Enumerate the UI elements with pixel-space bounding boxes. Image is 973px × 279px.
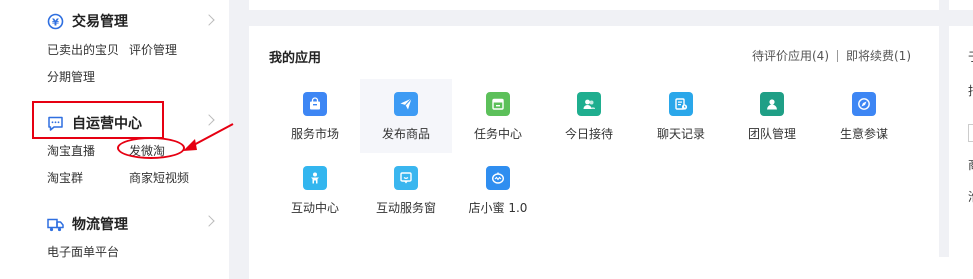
panel-title: 我的应用 xyxy=(269,51,322,66)
truncated-text: 淮 xyxy=(968,188,973,205)
truncated-text: 于 xyxy=(968,48,973,65)
annotation-circle xyxy=(117,137,185,159)
app-label: 互动中心 xyxy=(290,201,339,215)
chevron-right-icon[interactable] xyxy=(203,215,215,227)
link-taobao-live[interactable]: 淘宝直播 xyxy=(47,142,95,159)
chevron-right-icon[interactable] xyxy=(203,114,215,126)
panel-header-links: 待评价应用(4) 即将续费(1) xyxy=(752,47,911,64)
bottom-panel-edge xyxy=(249,257,973,279)
person-interact-icon xyxy=(303,166,327,190)
paper-plane-icon xyxy=(394,92,418,116)
link-installment-management[interactable]: 分期管理 xyxy=(47,68,95,85)
compass-icon xyxy=(852,92,876,116)
sidebar-section-title: 物流管理 xyxy=(72,217,128,233)
app-service-market[interactable]: 服务市场 xyxy=(269,79,361,153)
app-label: 任务中心 xyxy=(473,127,522,141)
app-label: 互动服务窗 xyxy=(375,201,436,215)
app-store-assistant[interactable]: 店小蜜 1.0 xyxy=(452,153,544,227)
link-merchant-short-video[interactable]: 商家短视频 xyxy=(129,169,189,186)
right-panel-edge-top xyxy=(949,0,973,10)
sidebar-section-title: 交易管理 xyxy=(72,14,128,30)
users-icon xyxy=(577,92,601,116)
truncated-text: 指 xyxy=(968,82,973,99)
app-label: 今日接待 xyxy=(564,127,613,141)
annotation-highlight-box xyxy=(32,101,164,139)
link-review-management[interactable]: 评价管理 xyxy=(129,41,177,58)
app-business-advisor[interactable]: 生意参谋 xyxy=(818,79,910,153)
my-apps-panel: 我的应用 待评价应用(4) 即将续费(1) 服务市场 发布商品 任务中心 今日接… xyxy=(249,26,939,265)
app-label: 发布商品 xyxy=(381,127,430,141)
robot-icon xyxy=(486,166,510,190)
app-team-management[interactable]: 团队管理 xyxy=(726,79,818,153)
app-label: 店小蜜 1.0 xyxy=(468,201,528,215)
service-window-icon xyxy=(394,166,418,190)
app-label: 团队管理 xyxy=(747,127,796,141)
shopping-bag-icon xyxy=(303,92,327,116)
yen-circle-icon: ¥ xyxy=(47,13,64,30)
truncated-input[interactable] xyxy=(968,124,973,142)
sidebar-section-logistics[interactable]: 物流管理 xyxy=(47,214,128,234)
renewal-link[interactable]: 即将续费(1) xyxy=(846,47,911,64)
truck-icon xyxy=(47,216,64,233)
app-task-center[interactable]: 任务中心 xyxy=(452,79,544,153)
calendar-icon xyxy=(486,92,510,116)
app-chat-records[interactable]: 聊天记录 xyxy=(635,79,727,153)
link-taobao-group[interactable]: 淘宝群 xyxy=(47,169,83,186)
app-label: 服务市场 xyxy=(290,127,339,141)
pending-review-link[interactable]: 待评价应用(4) xyxy=(752,47,829,64)
top-panel-edge xyxy=(249,0,939,10)
sidebar: ¥ 交易管理 已卖出的宝贝 评价管理 分期管理 自运营中心 淘宝直播 发微淘 淘… xyxy=(0,0,229,279)
app-interaction-center[interactable]: 互动中心 xyxy=(269,153,361,227)
app-publish-product[interactable]: 发布商品 xyxy=(360,79,452,153)
truncated-text: 商 xyxy=(968,156,973,173)
app-label: 聊天记录 xyxy=(656,127,705,141)
link-sold-items[interactable]: 已卖出的宝贝 xyxy=(47,41,119,58)
link-e-waybill-platform[interactable]: 电子面单平台 xyxy=(47,243,119,260)
sidebar-section-trade[interactable]: ¥ 交易管理 xyxy=(47,11,128,31)
chevron-right-icon[interactable] xyxy=(203,14,215,26)
app-interactive-service-window[interactable]: 互动服务窗 xyxy=(360,153,452,227)
divider xyxy=(837,49,838,62)
chat-record-icon xyxy=(669,92,693,116)
svg-text:¥: ¥ xyxy=(52,17,59,28)
right-panel-partial: 于 指 商 淮 xyxy=(949,26,973,265)
team-icon xyxy=(760,92,784,116)
app-today-reception[interactable]: 今日接待 xyxy=(543,79,635,153)
app-label: 生意参谋 xyxy=(839,127,888,141)
